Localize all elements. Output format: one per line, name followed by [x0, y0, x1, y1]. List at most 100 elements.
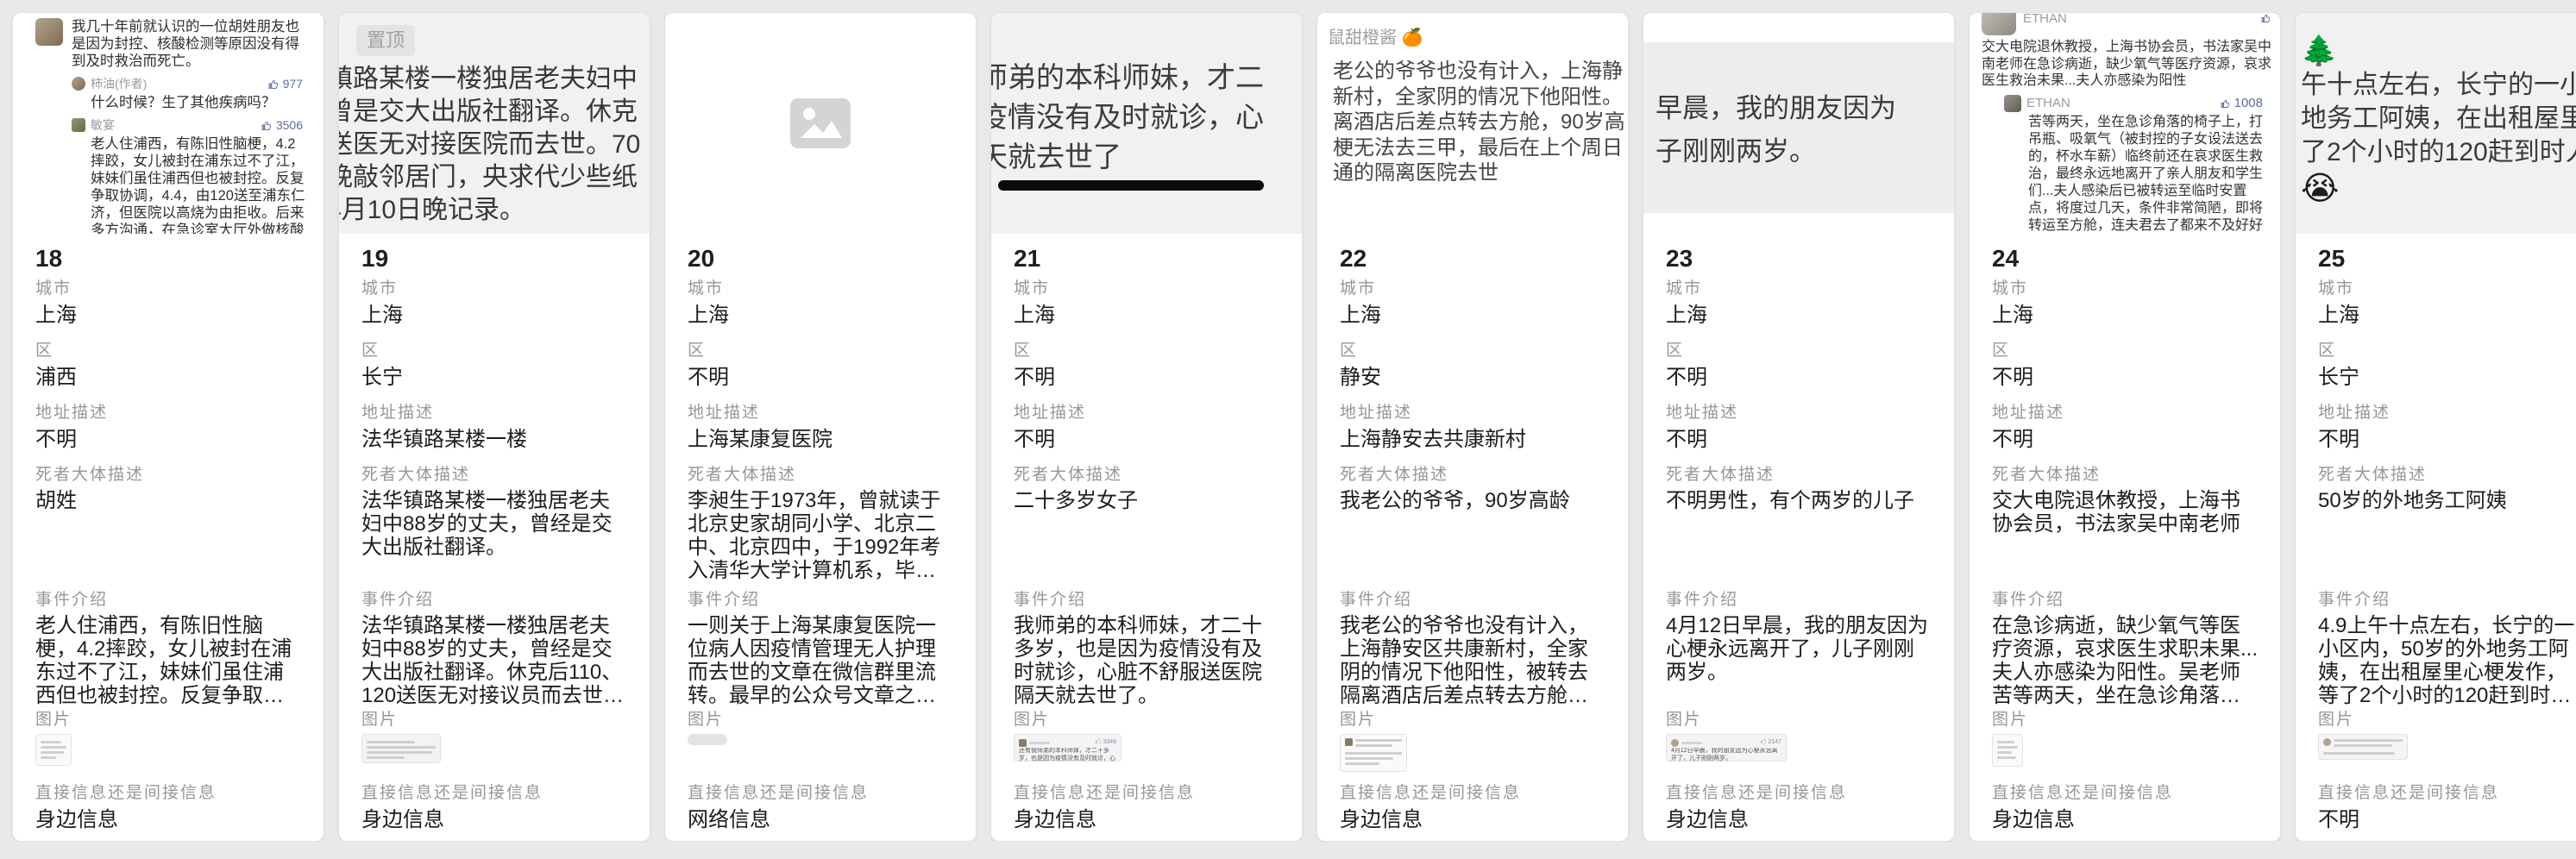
field-deceased: 死者大体描述不明男性，有个两岁的儿子 — [1666, 465, 1932, 583]
field-label: 地址描述 — [1340, 403, 1605, 423]
card-cover-screenshot: 早晨，我的朋友因为 子刚刚两岁。 — [1643, 13, 1954, 234]
record-card-18[interactable]: 我几十年前就认识的一位胡姓朋友也是因为封控、核酸检测等原因没有得到及时救治而死亡… — [12, 12, 324, 842]
field-value: 上海某康复医院 — [688, 427, 953, 453]
image-thumbnail[interactable]: 🖒 2147 4月12日早晨，我的朋友因为心梗永远离开了，儿子刚刚两岁。 — [1666, 734, 1787, 762]
commenter-name: 柿油(作者) — [91, 75, 147, 92]
image-thumbnail[interactable]: 🖒 3349 还有我师弟的本科师妹，才二十多岁，也是因为疫情没有及时就诊，心脏不… — [1014, 734, 1122, 762]
image-thumbnail[interactable] — [688, 734, 727, 745]
record-card-25[interactable]: 🌲 午十点左右，长宁的一小 地务工阿姨，在出租屋里 了2个小时的120赶到时人 … — [2295, 12, 2576, 842]
field-deceased: 死者大体描述胡姓 — [35, 465, 301, 583]
field-label: 事件介绍 — [361, 590, 627, 611]
field-value: 上海 — [1666, 303, 1932, 329]
like-count: 977 — [268, 77, 303, 91]
post-text-line: 老公的爷爷也没有计入，上海静 — [1333, 59, 1628, 85]
field-value: 身边信息 — [1340, 807, 1605, 833]
field-label: 地址描述 — [361, 403, 627, 423]
field-label: 地址描述 — [1992, 403, 2258, 423]
field-value: 网络信息 — [688, 807, 953, 833]
post-text: 交大电院退休教授，上海书协会员，书法家吴中南老师在急诊病逝，缺少氧气等医疗资源，… — [1982, 39, 2271, 90]
field-value: 我师弟的本科师妹，才二十多岁，也是因为疫情没有及时就诊，心脏不舒服送医院隔天就去… — [1014, 614, 1279, 707]
record-card-24[interactable]: ETHAN 交大电院退休教授，上海书协会员，书法家吴中南老师在急诊病逝，缺少氧气… — [1969, 12, 2281, 842]
field-district: 区不明 — [688, 341, 953, 391]
field-value: 长宁 — [2318, 365, 2576, 391]
record-card-20[interactable]: 20 城市上海 区不明 地址描述上海某康复医院 死者大体描述李昶生于1973年，… — [664, 12, 977, 842]
post-text-line: 送医无对接医院而去世。70 — [339, 129, 650, 161]
field-label: 图片 — [2318, 710, 2576, 730]
field-city: 城市上海 — [1340, 279, 1605, 329]
field-city: 城市上海 — [361, 279, 627, 329]
post-text: 我几十年前就认识的一位胡姓朋友也是因为封控、核酸检测等原因没有得到及时救治而死亡… — [72, 18, 310, 70]
field-label: 死者大体描述 — [35, 465, 301, 486]
field-value: 胡姓 — [35, 489, 301, 512]
field-address: 地址描述不明 — [1014, 403, 1279, 453]
record-card-22[interactable]: 鼠甜橙酱 🍊 老公的爷爷也没有计入，上海静 新村，全家阴的情况下他阳性。 离酒店… — [1316, 12, 1629, 842]
field-label: 死者大体描述 — [1340, 465, 1605, 486]
field-label: 直接信息还是间接信息 — [1992, 783, 2258, 804]
image-placeholder-icon — [790, 98, 851, 148]
thumb-text: 4月12日早晨，我的朋友因为心梗永远离开了，儿子刚刚两岁。 — [1671, 748, 1781, 762]
field-value: 不明 — [1666, 365, 1932, 391]
field-district: 区长宁 — [361, 341, 627, 391]
field-deceased: 死者大体描述50岁的外地务工阿姨 — [2318, 465, 2576, 583]
field-value: 4.9上午十点左右，长宁的一小区内，50岁的外地务工阿姨，在出租屋里心梗发作，等… — [2318, 614, 2576, 707]
image-thumbnail[interactable] — [35, 734, 72, 766]
gallery-board: 我几十年前就认识的一位胡姓朋友也是因为封控、核酸检测等原因没有得到及时救治而死亡… — [0, 0, 2576, 842]
post-text-line: 通的隔离医院去世 — [1333, 160, 1628, 186]
thumbs-up-icon — [2221, 98, 2231, 109]
field-label: 直接信息还是间接信息 — [361, 783, 627, 804]
field-label: 直接信息还是间接信息 — [1014, 783, 1279, 804]
thumb-avatar — [1345, 738, 1353, 746]
field-label: 地址描述 — [35, 403, 301, 423]
post-text-line: 新村，全家阴的情况下他阳性。 — [1333, 85, 1628, 110]
commenter-name: ETHAN — [2026, 96, 2070, 110]
field-direct: 直接信息还是间接信息身边信息 — [361, 783, 627, 833]
field-city: 城市上海 — [688, 279, 953, 329]
post-text-line: 4月10日晚记录。 — [339, 194, 650, 227]
field-value: 身边信息 — [361, 807, 627, 833]
field-value: 不明 — [1014, 427, 1279, 453]
field-label: 区 — [1666, 341, 1932, 361]
tree-emoji: 🌲 — [2301, 34, 2576, 68]
image-thumbnail[interactable] — [1340, 734, 1407, 772]
record-number: 25 — [2318, 244, 2576, 273]
field-value: 法华镇路某楼一楼独居老夫妇中88岁的丈夫，曾经是交大出版社翻译。休克后110、1… — [361, 614, 627, 707]
field-value: 不明 — [1992, 365, 2258, 391]
post-text-line: 晚敲邻居门，央求代少些纸 — [339, 161, 650, 194]
field-district: 区不明 — [1014, 341, 1279, 391]
field-label: 事件介绍 — [1014, 590, 1279, 611]
field-label: 死者大体描述 — [361, 465, 627, 486]
image-thumbnail[interactable] — [2318, 734, 2408, 760]
record-number: 21 — [1014, 244, 1279, 273]
commenter-avatar — [72, 77, 85, 91]
image-thumbnail[interactable] — [361, 734, 441, 763]
field-label: 死者大体描述 — [2318, 465, 2576, 486]
field-value: 上海 — [361, 303, 627, 329]
field-value: 上海 — [1014, 303, 1279, 329]
field-label: 城市 — [1340, 279, 1605, 299]
field-address: 地址描述不明 — [35, 403, 301, 453]
thumb-like-count: 🖒 2147 — [1761, 738, 1781, 748]
field-direct: 直接信息还是间接信息身边信息 — [1992, 783, 2258, 833]
field-value: 在急诊病逝，缺少氧气等医疗资源，哀求医生求职未果...夫人亦感染为阳性。吴老师苦… — [1992, 614, 2258, 707]
post-text-line: 离酒店后差点转去方舱，90岁高 — [1333, 110, 1628, 135]
record-card-19[interactable]: 置顶 镇路某楼一楼独居老夫妇中 曾是交大出版社翻译。休克 送医无对接医院而去世。… — [338, 12, 650, 842]
card-cover-screenshot: 师弟的本科师妹，才二 疫情没有及时就诊，心 天就去世了 — [991, 13, 1302, 234]
field-image: 图片 — [35, 710, 301, 776]
record-card-23[interactable]: 早晨，我的朋友因为 子刚刚两岁。 23 城市上海 区不明 地址描述不明 死者大体… — [1643, 12, 1955, 842]
post-text-line: 师弟的本科师妹，才二 — [991, 58, 1302, 97]
field-event: 事件介绍4.9上午十点左右，长宁的一小区内，50岁的外地务工阿姨，在出租屋里心梗… — [2318, 590, 2576, 708]
field-event: 事件介绍4月12日早晨，我的朋友因为心梗永远离开了，儿子刚刚两岁。 — [1666, 590, 1932, 708]
field-value: 不明 — [2318, 427, 2576, 453]
field-label: 城市 — [1666, 279, 1932, 299]
field-event: 事件介绍我师弟的本科师妹，才二十多岁，也是因为疫情没有及时就诊，心脏不舒服送医院… — [1014, 590, 1279, 708]
field-label: 城市 — [361, 279, 627, 299]
field-label: 地址描述 — [1666, 403, 1932, 423]
field-value: 上海 — [1340, 303, 1605, 329]
poster-name: 鼠甜橙酱 🍊 — [1328, 23, 1628, 48]
post-text-line: 疫情没有及时就诊，心 — [991, 97, 1302, 137]
image-thumbnail[interactable] — [1992, 734, 2023, 767]
like-count: 1008 — [2221, 96, 2263, 110]
record-card-21[interactable]: 师弟的本科师妹，才二 疫情没有及时就诊，心 天就去世了 21 城市上海 区不明 … — [990, 12, 1303, 842]
field-city: 城市上海 — [35, 279, 301, 329]
field-value: 身边信息 — [1014, 807, 1279, 833]
